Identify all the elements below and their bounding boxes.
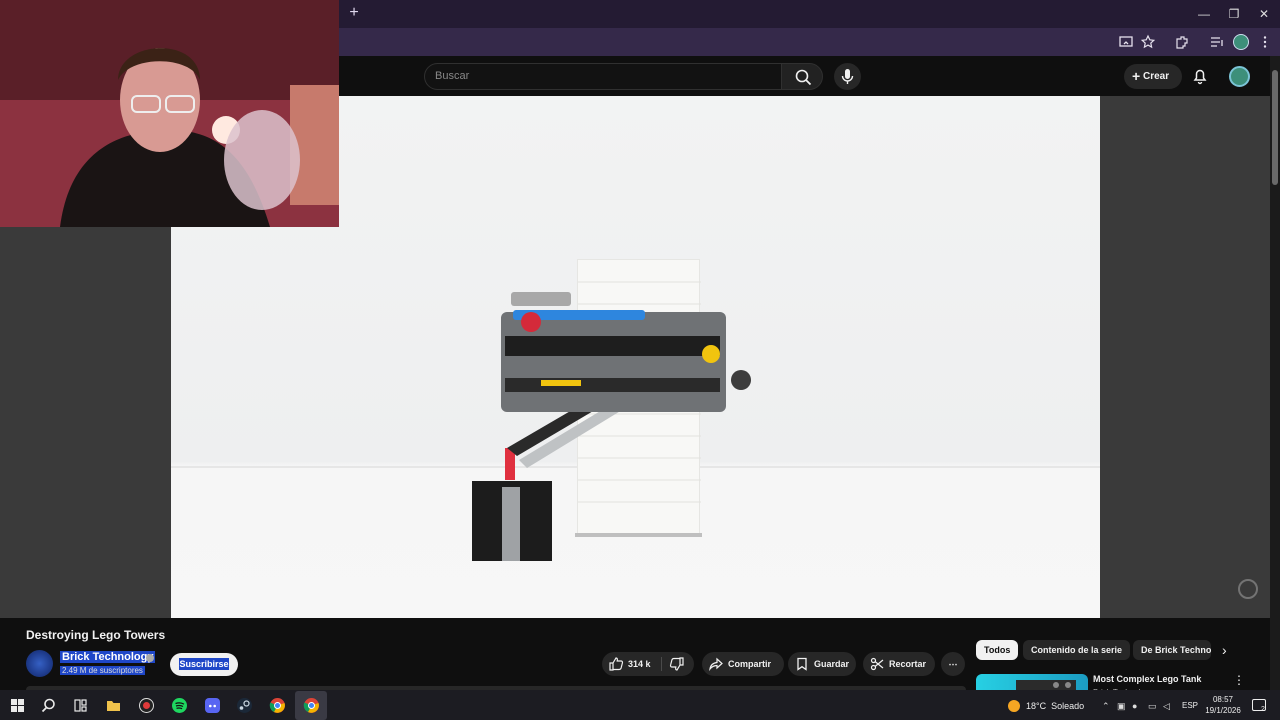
chrome-profile-icon[interactable] xyxy=(303,697,320,714)
browser-menu-icon[interactable] xyxy=(1256,33,1274,51)
subscribe-label: Suscribirse xyxy=(179,658,229,670)
clock-date[interactable]: 19/1/2026 xyxy=(1203,706,1243,715)
tower-base xyxy=(575,533,702,537)
media-controls-icon[interactable] xyxy=(1208,33,1226,51)
recommendation-thumbnail[interactable] xyxy=(976,674,1088,690)
weather-text[interactable]: 18°C Soleado xyxy=(1026,701,1084,711)
chrome-icon[interactable] xyxy=(269,697,286,714)
screen-recorder-icon[interactable] xyxy=(138,697,155,714)
create-button[interactable]: + Crear xyxy=(1124,64,1182,89)
steam-icon[interactable] xyxy=(236,697,253,714)
plus-icon: + xyxy=(1132,68,1141,84)
input-language[interactable]: ESP xyxy=(1182,701,1198,710)
close-window-button[interactable]: ✕ xyxy=(1250,4,1278,24)
profile-avatar-browser[interactable] xyxy=(1233,34,1249,50)
thumbs-down-icon xyxy=(669,657,684,671)
cast-icon[interactable] xyxy=(1117,33,1135,51)
spotify-icon[interactable] xyxy=(171,697,188,714)
save-label: Guardar xyxy=(814,659,850,669)
share-button[interactable]: Compartir xyxy=(702,652,784,676)
subscribe-button[interactable]: Suscribirse xyxy=(170,653,238,676)
tray-app-icon[interactable]: ▣ xyxy=(1117,701,1127,711)
lego-wrecking-machine xyxy=(501,292,751,412)
webcam-overlay xyxy=(0,0,339,227)
discord-icon[interactable] xyxy=(204,697,221,714)
notifications-bell-icon[interactable] xyxy=(1190,66,1210,86)
verified-badge-icon xyxy=(146,654,154,662)
restore-button[interactable]: ❐ xyxy=(1220,4,1248,24)
file-explorer-icon[interactable] xyxy=(105,697,122,714)
share-icon xyxy=(709,657,723,671)
like-count: 314 k xyxy=(628,659,651,669)
bookmark-icon xyxy=(797,657,807,671)
windows-taskbar xyxy=(0,690,1280,720)
chevron-right-icon[interactable]: › xyxy=(1222,642,1236,658)
account-avatar[interactable] xyxy=(1229,66,1250,87)
recommendation-menu-icon[interactable]: ⋮ xyxy=(1233,673,1245,687)
channel-name[interactable]: Brick Technology xyxy=(60,651,156,663)
search-icon xyxy=(795,69,812,86)
minimize-button[interactable]: — xyxy=(1190,4,1218,24)
like-button[interactable] xyxy=(608,656,624,672)
clip-button[interactable]: Recortar xyxy=(863,652,935,676)
create-label: Crear xyxy=(1142,71,1170,82)
like-divider xyxy=(661,657,662,671)
microphone-icon xyxy=(841,69,854,84)
task-view-icon[interactable] xyxy=(72,697,89,714)
clip-label: Recortar xyxy=(889,659,927,669)
search-button[interactable] xyxy=(781,63,823,90)
more-actions-button[interactable]: ⋯ xyxy=(941,652,965,676)
extensions-icon[interactable] xyxy=(1173,33,1191,51)
lego-base-gray-beam xyxy=(502,487,520,561)
voice-search-button[interactable] xyxy=(834,63,861,90)
save-button[interactable]: Guardar xyxy=(788,652,856,676)
share-label: Compartir xyxy=(728,659,772,669)
scissors-icon xyxy=(870,657,884,671)
new-tab-button[interactable]: + xyxy=(346,5,362,21)
sun-weather-icon[interactable] xyxy=(1008,700,1020,712)
channel-watermark-icon[interactable] xyxy=(1238,579,1258,599)
chevron-up-icon[interactable]: ⌃ xyxy=(1102,701,1112,711)
page-scrollbar-thumb[interactable] xyxy=(1272,70,1278,185)
thumbs-up-icon xyxy=(609,657,624,671)
volume-icon[interactable]: ◁ xyxy=(1163,701,1173,711)
chip-series-content[interactable]: Contenido de la serie xyxy=(1023,640,1131,660)
clock-time[interactable]: 08:57 xyxy=(1203,695,1243,704)
search-input[interactable]: Buscar xyxy=(424,63,782,90)
windows-start-icon[interactable] xyxy=(9,697,26,714)
notification-count: 2 xyxy=(1261,706,1265,713)
network-icon[interactable]: ▭ xyxy=(1148,701,1158,711)
dislike-button[interactable] xyxy=(669,656,685,672)
recommendation-title[interactable]: Most Complex Lego Tank xyxy=(1093,674,1201,684)
bookmark-star-icon[interactable] xyxy=(1139,33,1157,51)
taskbar-search-icon[interactable] xyxy=(40,697,57,714)
microphone-tray-icon[interactable]: ● xyxy=(1132,701,1142,711)
chip-all[interactable]: Todos xyxy=(976,640,1019,660)
subscriber-count: 2.49 M de suscriptores xyxy=(60,666,145,675)
video-title: Destroying Lego Towers xyxy=(26,628,166,642)
chip-from-channel[interactable]: De Brick Technology xyxy=(1133,640,1211,660)
channel-avatar[interactable] xyxy=(26,650,53,677)
